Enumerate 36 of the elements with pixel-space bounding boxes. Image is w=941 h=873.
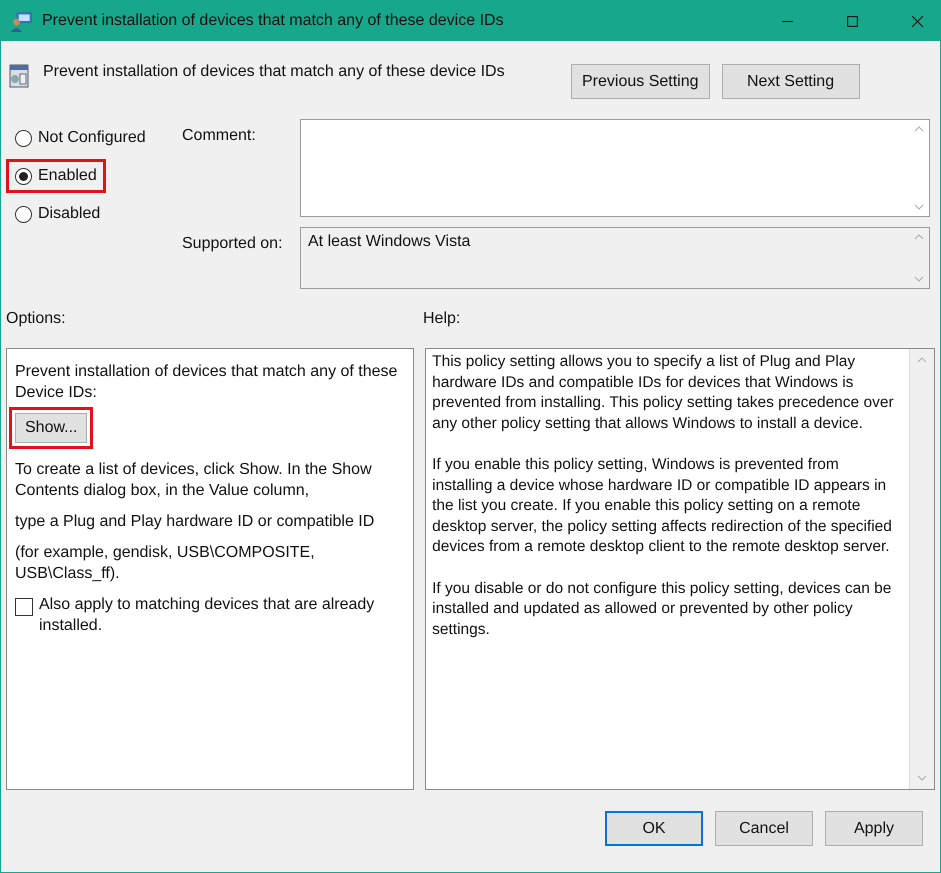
dialog-button[interactable]: OK bbox=[605, 811, 703, 846]
close-icon[interactable] bbox=[911, 14, 924, 28]
scroll-up-icon[interactable] bbox=[914, 126, 924, 132]
dialog-button[interactable]: Cancel bbox=[715, 811, 813, 846]
scroll-down-icon[interactable] bbox=[917, 775, 928, 781]
checkbox-label[interactable]: Also apply to matching devices that are already installed. bbox=[39, 594, 406, 636]
radio-option[interactable]: Not Configured bbox=[6, 121, 155, 155]
options-text: (for example, gendisk, USB\COMPOSITE, USB\Class_ff). bbox=[15, 543, 316, 584]
comment-label: Comment: bbox=[182, 126, 257, 146]
checkbox[interactable] bbox=[15, 598, 33, 616]
window-title: Prevent installation of devices that match any of these device IDs bbox=[42, 12, 505, 30]
options-text: type a Plug and Play hardware ID or compatible ID bbox=[15, 512, 376, 532]
radio-option[interactable]: Disabled bbox=[6, 197, 110, 231]
maximize-icon[interactable] bbox=[846, 14, 859, 28]
nav-button[interactable]: Next Setting bbox=[722, 64, 860, 99]
scroll-down-icon[interactable] bbox=[914, 204, 924, 210]
scroll-up-icon[interactable] bbox=[914, 234, 924, 240]
help-text: If you enable this policy setting, Windows is prevented from installing a device whose hardware ID or compatible ID appears in the list you create. If you enable this policy setting on a remote desktop server, the policy setting affects redirection of the specified devices from a remote desktop client to the remote desktop server. bbox=[432, 455, 893, 557]
options-text: Prevent installation of devices that match any of these Device IDs: bbox=[15, 362, 398, 403]
computer-user-icon bbox=[11, 10, 33, 32]
supported-value: At least Windows Vista bbox=[307, 232, 472, 252]
help-text: If you disable or do not configure this policy setting, devices can be installed and updated as allowed or prevented by other policy settings. bbox=[432, 578, 892, 640]
nav-button[interactable]: Previous Setting bbox=[571, 64, 710, 99]
radio-option[interactable]: Enabled bbox=[6, 159, 106, 193]
scroll-up-icon[interactable] bbox=[917, 357, 928, 363]
options-text: To create a list of devices, click Show. In the Show Contents dialog box, in the Value column, bbox=[15, 460, 373, 501]
show-button[interactable]: Show... bbox=[15, 413, 88, 443]
policy-title: Prevent installation of devices that match any of these device IDs bbox=[43, 63, 506, 81]
dialog-button[interactable]: Apply bbox=[825, 811, 923, 846]
supported-label: Supported on: bbox=[182, 234, 284, 254]
options-label: Options: bbox=[6, 310, 67, 329]
scroll-down-icon[interactable] bbox=[914, 276, 924, 282]
help-label: Help: bbox=[423, 310, 460, 329]
comment-field[interactable] bbox=[300, 119, 930, 217]
help-text: This policy setting allows you to specify a list of Plug and Play hardware IDs and compatible IDs for devices that Windows is prevented from installing. This policy setting takes precedence over any other policy setting that allows Windows to install a device. bbox=[432, 352, 895, 434]
policy-icon bbox=[9, 64, 29, 88]
